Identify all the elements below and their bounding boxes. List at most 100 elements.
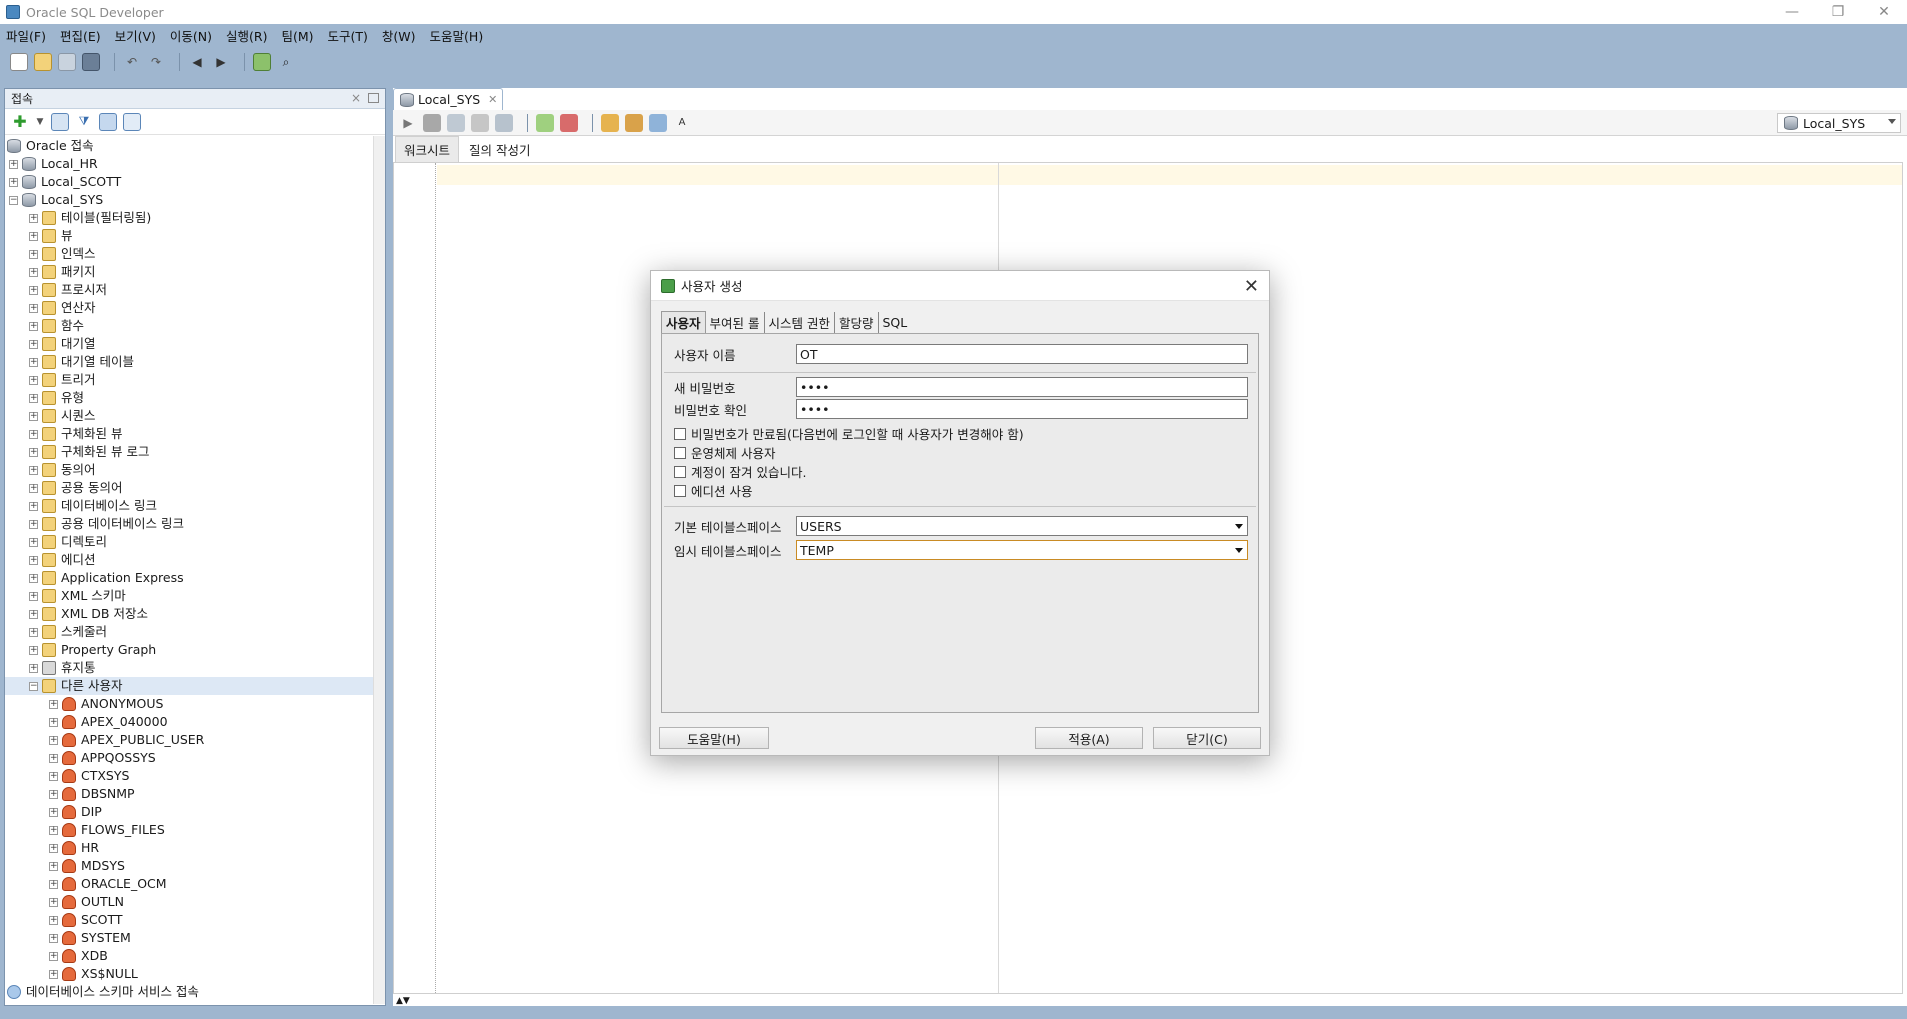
tree-node[interactable]: + XML 스키마: [5, 587, 385, 605]
expand-icon[interactable]: +: [49, 753, 58, 763]
tree-node[interactable]: + 스케줄러: [5, 623, 385, 641]
expand-icon[interactable]: +: [29, 537, 38, 547]
editor-tab-local-sys[interactable]: Local_SYS ✕: [393, 88, 503, 110]
tree-node[interactable]: − 다른 사용자: [5, 677, 385, 695]
expand-icon[interactable]: +: [49, 789, 58, 799]
tab-worksheet[interactable]: 워크시트: [395, 135, 460, 163]
schema-browser-icon[interactable]: [99, 112, 117, 131]
expand-icon[interactable]: +: [49, 969, 58, 979]
close-window-icon[interactable]: ✕: [1861, 0, 1907, 24]
tree-node[interactable]: + 구체화된 뷰 로그: [5, 443, 385, 461]
user-node[interactable]: + SYSTEM: [5, 929, 385, 947]
expand-icon[interactable]: +: [49, 879, 58, 889]
tree-node[interactable]: + 에디션: [5, 551, 385, 569]
checkbox-box[interactable]: [674, 446, 686, 459]
expand-icon[interactable]: +: [29, 411, 38, 421]
collapse-icon[interactable]: −: [9, 195, 18, 205]
expand-icon[interactable]: +: [29, 501, 38, 511]
expand-icon[interactable]: +: [29, 285, 38, 295]
tree-node[interactable]: + 시퀀스: [5, 407, 385, 425]
format-icon[interactable]: A: [673, 114, 691, 132]
expand-icon[interactable]: +: [29, 375, 38, 385]
tree-node[interactable]: + 구체화된 뷰: [5, 425, 385, 443]
close-panel-icon[interactable]: ×: [351, 91, 361, 105]
user-node[interactable]: + MDSYS: [5, 857, 385, 875]
expand-icon[interactable]: +: [29, 645, 38, 655]
user-node[interactable]: + APPQOSSYS: [5, 749, 385, 767]
tuning-advisor-icon[interactable]: [649, 113, 667, 132]
tree-node[interactable]: + 대기열 테이블: [5, 353, 385, 371]
expand-icon[interactable]: +: [9, 159, 18, 169]
expand-icon[interactable]: +: [29, 393, 38, 403]
expand-icon[interactable]: +: [29, 591, 38, 601]
tree-node[interactable]: + 트리거: [5, 371, 385, 389]
confirm-password-input[interactable]: ••••: [796, 399, 1248, 419]
expand-icon[interactable]: +: [29, 249, 38, 259]
username-input[interactable]: OT: [796, 344, 1248, 364]
expand-icon[interactable]: +: [29, 213, 38, 223]
tree-node[interactable]: + 디렉토리: [5, 533, 385, 551]
eraser-icon[interactable]: [625, 113, 643, 132]
user-node[interactable]: + XDB: [5, 947, 385, 965]
expand-arrows-icon[interactable]: ▲▼: [393, 996, 410, 1006]
save-icon[interactable]: [58, 53, 76, 71]
expand-icon[interactable]: +: [29, 357, 38, 367]
user-node[interactable]: + SCOTT: [5, 911, 385, 929]
os-user-checkbox[interactable]: 운영체제 사용자: [674, 443, 775, 462]
expand-icon[interactable]: +: [49, 861, 58, 871]
expand-icon[interactable]: +: [29, 519, 38, 529]
user-node[interactable]: + XS$NULL: [5, 965, 385, 983]
expand-icon[interactable]: +: [29, 429, 38, 439]
user-node[interactable]: + APEX_040000: [5, 713, 385, 731]
user-node[interactable]: + DBSNMP: [5, 785, 385, 803]
binoculars-icon[interactable]: ⌕: [277, 53, 295, 71]
tree-node[interactable]: + 프로시저: [5, 281, 385, 299]
checkbox-box[interactable]: [674, 484, 686, 497]
temp-tablespace-select[interactable]: TEMP: [796, 540, 1248, 560]
new-icon[interactable]: [10, 53, 28, 71]
tree-node[interactable]: + 패키지: [5, 263, 385, 281]
menu-file[interactable]: 파일(F): [6, 26, 46, 45]
minimize-icon[interactable]: —: [1769, 0, 1815, 24]
expand-icon[interactable]: +: [49, 933, 58, 943]
tab-query-builder[interactable]: 질의 작성기: [461, 137, 538, 162]
tree-node[interactable]: + 함수: [5, 317, 385, 335]
tree-node[interactable]: + 공용 동의어: [5, 479, 385, 497]
menu-run[interactable]: 실행(R): [226, 26, 267, 45]
account-locked-checkbox[interactable]: 계정이 잠겨 있습니다.: [674, 462, 806, 481]
tree-node[interactable]: + 유형: [5, 389, 385, 407]
add-connection-icon[interactable]: ✚: [11, 112, 29, 131]
tree-node[interactable]: + 연산자: [5, 299, 385, 317]
user-node[interactable]: + FLOWS_FILES: [5, 821, 385, 839]
clear-icon[interactable]: [560, 113, 578, 132]
tree-root[interactable]: Oracle 접속: [5, 137, 385, 155]
menu-navigate[interactable]: 이동(N): [170, 26, 212, 45]
expand-icon[interactable]: +: [29, 231, 38, 241]
rollback-icon[interactable]: [471, 113, 489, 132]
user-node[interactable]: + HR: [5, 839, 385, 857]
menu-view[interactable]: 보기(V): [115, 26, 156, 45]
refresh-icon[interactable]: [51, 112, 69, 131]
run-script-icon[interactable]: [423, 113, 441, 132]
run-statement-icon[interactable]: ▶: [399, 114, 417, 132]
forward-icon[interactable]: ▶: [212, 53, 230, 71]
save-all-icon[interactable]: [82, 53, 100, 71]
restore-icon[interactable]: ❐: [1815, 0, 1861, 24]
tree-scrollbar[interactable]: [373, 136, 385, 1004]
expand-icon[interactable]: +: [49, 699, 58, 709]
tree-node[interactable]: + 동의어: [5, 461, 385, 479]
menu-window[interactable]: 창(W): [382, 26, 416, 45]
apply-button[interactable]: 적용(A): [1035, 727, 1143, 749]
collapse-icon[interactable]: −: [29, 681, 38, 691]
user-node[interactable]: + DIP: [5, 803, 385, 821]
expand-icon[interactable]: +: [29, 555, 38, 565]
checkbox-box[interactable]: [674, 465, 686, 478]
expand-icon[interactable]: +: [49, 825, 58, 835]
close-icon[interactable]: ✕: [1244, 276, 1259, 297]
menu-help[interactable]: 도움말(H): [430, 26, 484, 45]
tree-node[interactable]: + 인덱스: [5, 245, 385, 263]
commit-icon[interactable]: [447, 113, 465, 132]
expand-icon[interactable]: +: [29, 447, 38, 457]
schema-service-connection[interactable]: 데이터베이스 스키마 서비스 접속: [5, 983, 385, 1001]
tree-node[interactable]: + 데이터베이스 링크: [5, 497, 385, 515]
